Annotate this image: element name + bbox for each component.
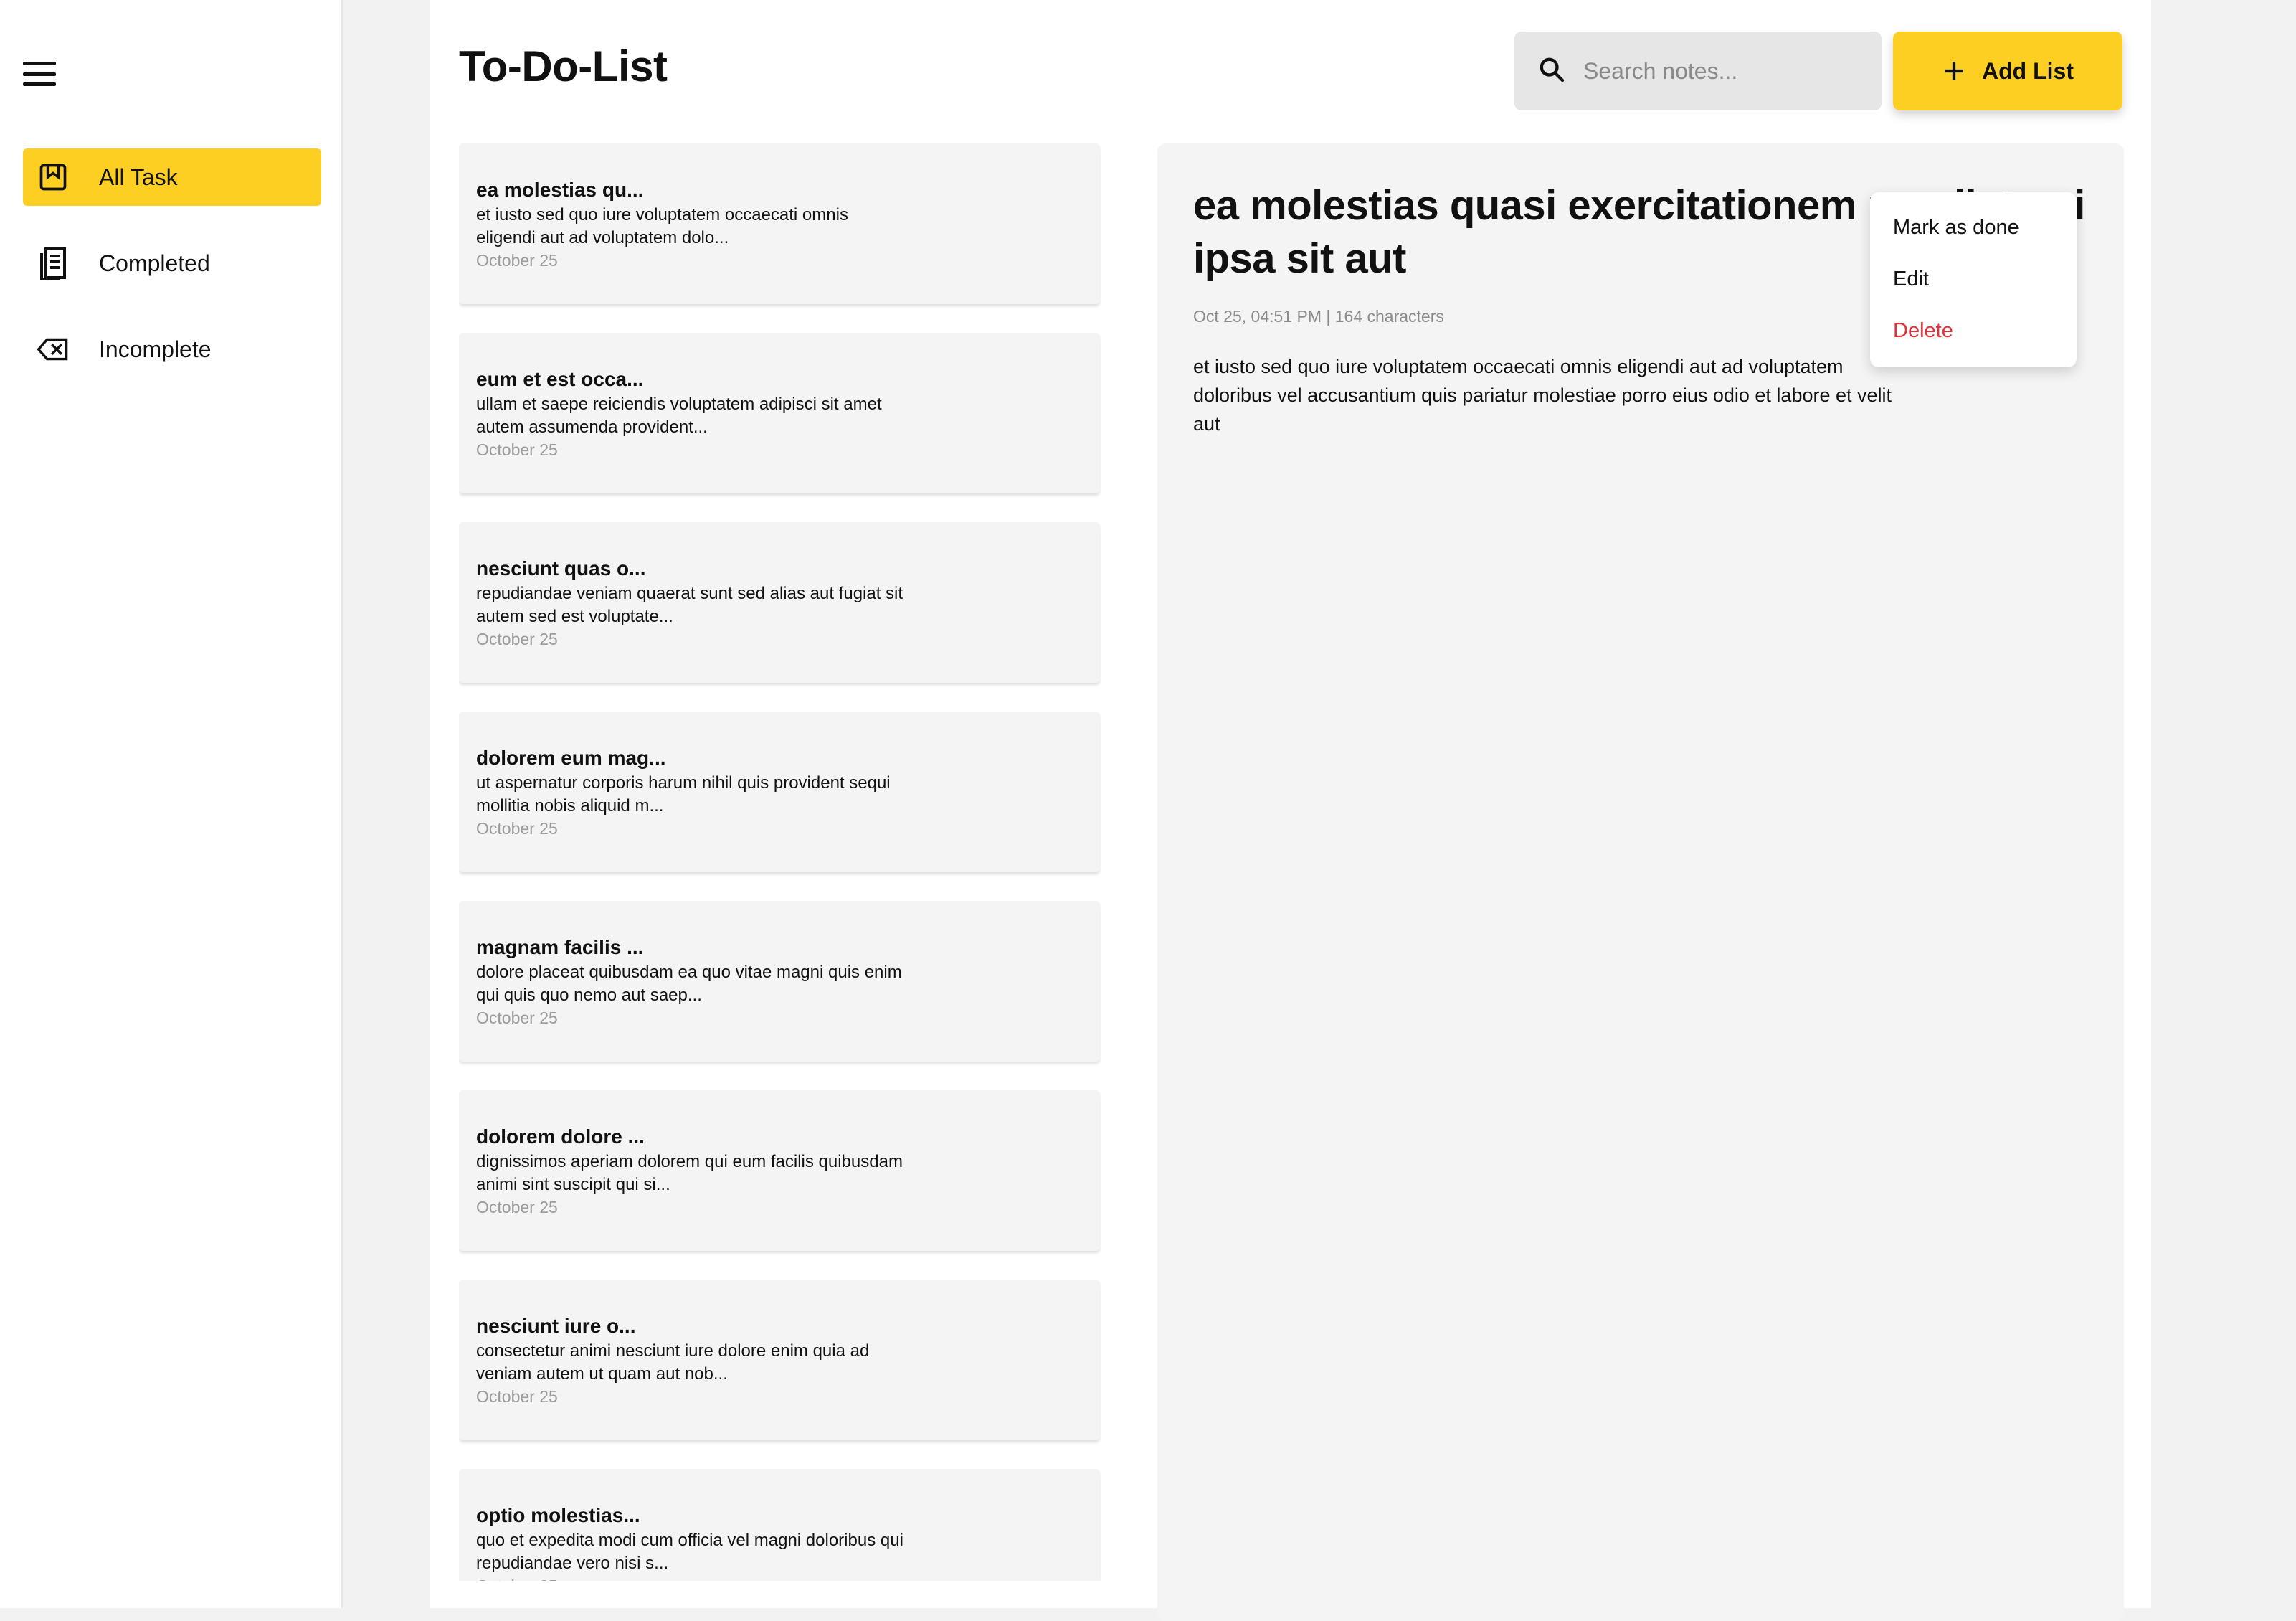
note-preview: repudiandae veniam quaerat sunt sed alia… <box>476 584 903 626</box>
sidebar-item-completed[interactable]: Completed <box>23 235 321 292</box>
add-list-button[interactable]: Add List <box>1893 32 2122 110</box>
note-card[interactable]: nesciunt iure o... consectetur animi nes… <box>459 1280 1100 1440</box>
note-title: dolorem eum mag... <box>476 747 666 769</box>
add-list-label: Add List <box>1982 57 2074 84</box>
sidebar-item-label: All Task <box>99 164 178 190</box>
note-card[interactable]: dolorem dolore ... dignissimos aperiam d… <box>459 1090 1100 1251</box>
mark-as-done-menu-item[interactable]: Mark as done <box>1870 211 2077 263</box>
note-detail-body: et iusto sed quo iure voluptatem occaeca… <box>1193 356 1892 435</box>
sidebar-item-all-task[interactable]: All Task <box>23 148 321 206</box>
backspace-icon <box>36 332 70 367</box>
note-date: October 25 <box>476 1387 558 1406</box>
sidebar-nav: All Task Completed Incomplete <box>23 148 321 407</box>
bookmark-box-icon <box>36 160 70 194</box>
note-date: October 25 <box>476 1008 558 1027</box>
notes-list: ea molestias qu... et iusto sed quo iure… <box>459 143 1101 1581</box>
hamburger-menu-icon[interactable] <box>23 62 56 86</box>
note-card[interactable]: eum et est occa... ullam et saepe reicie… <box>459 333 1100 493</box>
note-preview: et iusto sed quo iure voluptatem occaeca… <box>476 205 848 247</box>
note-title: nesciunt quas o... <box>476 557 646 580</box>
note-context-menu: Mark as done Edit Delete <box>1870 192 2077 367</box>
note-title: optio molestias... <box>476 1504 640 1526</box>
edit-menu-item[interactable]: Edit <box>1870 263 2077 314</box>
plus-icon <box>1942 59 1966 83</box>
note-preview: consectetur animi nesciunt iure dolore e… <box>476 1341 870 1384</box>
note-date: October 25 <box>476 819 558 838</box>
note-preview: quo et expedita modi cum officia vel mag… <box>476 1531 903 1573</box>
note-date: October 25 <box>476 251 558 270</box>
note-title: magnam facilis ... <box>476 936 644 958</box>
note-date: October 25 <box>476 1198 558 1216</box>
sidebar-item-label: Completed <box>99 250 210 276</box>
note-preview: ullam et saepe reiciendis voluptatem adi… <box>476 394 882 437</box>
note-title: nesciunt iure o... <box>476 1315 636 1337</box>
search-icon <box>1537 55 1566 88</box>
note-title: ea molestias qu... <box>476 179 644 201</box>
note-date: October 25 <box>476 1575 1083 1581</box>
note-preview: dignissimos aperiam dolorem qui eum faci… <box>476 1152 903 1194</box>
sidebar-item-incomplete[interactable]: Incomplete <box>23 321 321 378</box>
note-preview: ut aspernatur corporis harum nihil quis … <box>476 773 891 816</box>
sidebar: All Task Completed Incomplete <box>0 0 343 1608</box>
note-title: dolorem dolore ... <box>476 1125 645 1148</box>
document-list-icon <box>36 246 70 280</box>
note-date: October 25 <box>476 440 558 459</box>
note-card[interactable]: nesciunt quas o... repudiandae veniam qu… <box>459 522 1100 683</box>
search-input[interactable] <box>1582 57 1857 85</box>
note-preview: dolore placeat quibusdam ea quo vitae ma… <box>476 963 902 1005</box>
delete-menu-item[interactable]: Delete <box>1870 314 2077 366</box>
note-card[interactable]: magnam facilis ... dolore placeat quibus… <box>459 901 1100 1062</box>
note-card[interactable]: ea molestias qu... et iusto sed quo iure… <box>459 143 1100 304</box>
page-title: To-Do-List <box>459 42 668 90</box>
sidebar-item-label: Incomplete <box>99 336 212 362</box>
note-date: October 25 <box>476 630 558 648</box>
note-card[interactable]: optio molestias... quo et expedita modi … <box>459 1469 1100 1581</box>
note-card[interactable]: dolorem eum mag... ut aspernatur corpori… <box>459 712 1100 872</box>
note-title: eum et est occa... <box>476 368 644 390</box>
search-box[interactable] <box>1514 32 1882 110</box>
